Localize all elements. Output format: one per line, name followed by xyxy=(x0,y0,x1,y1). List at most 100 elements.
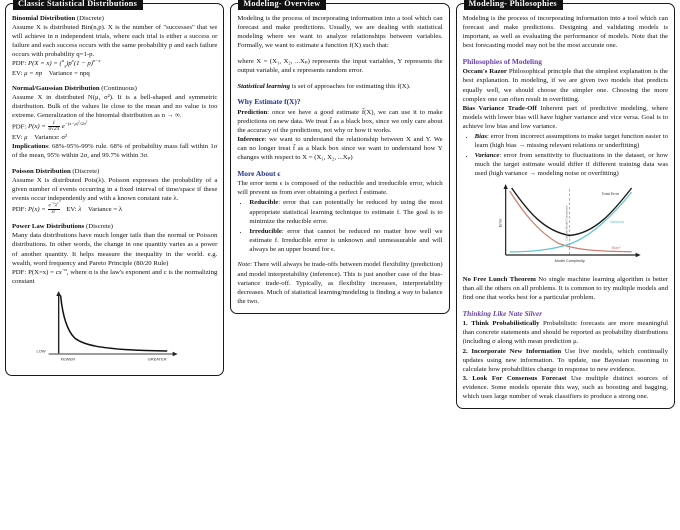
column-modeling-philosophies: Modeling- Philosophies Modeling is the p… xyxy=(453,0,678,528)
block-thinking-like-nate-silver: Thinking Like Nate Silver 1. Think Proba… xyxy=(463,309,668,401)
powerlaw-pdf-line: PDF: P(X=x) = cx−α, where α is the law's… xyxy=(12,266,217,286)
list-item: Bias: error from incorrect assumptions t… xyxy=(475,132,668,150)
block-powerlaw: Power Law Distributions (Discrete) Many … xyxy=(12,222,217,368)
y-axis-arrow xyxy=(56,290,62,296)
binomial-heading-line: Binomial Distribution (Discrete) xyxy=(12,14,217,23)
bias-variance-label: Bias Variance Trade-Off xyxy=(462,104,537,112)
inference-line: Inference: we want to understand the rel… xyxy=(237,135,442,162)
note-text: : There will always be trade-offs betwee… xyxy=(237,261,443,305)
nate-item-2-number: 2. xyxy=(462,347,468,355)
block-why-estimate: Why Estimate f(X)? Prediction: once we h… xyxy=(237,97,442,162)
overview-intro: Modeling is the process of incorporating… xyxy=(237,15,443,50)
annotation-total-error: Total Error xyxy=(601,192,619,196)
philosophies-heading: Philosophies of Modeling xyxy=(462,56,542,66)
reducible-label: Reducible xyxy=(249,199,279,207)
more-about-heading: More About ϵ xyxy=(237,168,281,178)
column-classic-statistical-distributions: Classic Statistical Distributions Binomi… xyxy=(2,0,227,528)
power-law-curve xyxy=(59,295,168,352)
normal-heading-line: Normal/Gaussian Distribution (Continuous… xyxy=(12,84,217,93)
y-tick-label-low: LOW xyxy=(37,348,46,353)
binomial-heading: Binomial Distribution xyxy=(12,15,76,22)
powerlaw-text: Many data distributions have much longer… xyxy=(12,232,218,267)
poisson-pdf-line: PDF: P(x) = e−λλx x! EV: λ Variance = λ xyxy=(12,200,217,216)
nate-item-3-label: Look For Consensus Forecast xyxy=(472,374,567,382)
prediction-line: Prediction: once we have a good estimate… xyxy=(237,108,442,135)
binomial-variance: Variance = npq xyxy=(48,69,90,77)
bias-variance-svg: Total Error Variance Bias² Optimal Model… xyxy=(498,183,641,263)
y-axis-label-error: Error xyxy=(498,218,502,227)
prediction-text: : once we have a good estimate f̂(X), we… xyxy=(237,108,443,134)
block-binomial: Binomial Distribution (Discrete) Assume … xyxy=(12,14,217,78)
overview-where: where X = (X₁, X₂, ...Xₚ) represents the… xyxy=(237,57,443,74)
note-label: Note xyxy=(237,261,251,269)
bias-variance-bullet-list: Bias: error from incorrect assumptions t… xyxy=(463,132,668,178)
section-modeling-overview: Modeling- Overview Modeling is the proce… xyxy=(230,0,450,314)
variance-label: Variance xyxy=(474,152,500,160)
poisson-heading-line: Poisson Distribution (Discrete) xyxy=(12,167,217,176)
poisson-heading: Poisson Distribution xyxy=(12,167,71,175)
normal-heading: Normal/Gaussian Distribution xyxy=(12,85,100,93)
binomial-pdf-formula: P(X = x) = (nx)px(1 − p)n−x xyxy=(27,58,101,69)
no-free-lunch-label: No Free Lunch Theorem xyxy=(462,276,536,283)
nate-item-1-label: Think Probabilistically xyxy=(471,320,540,328)
reducible-text: : error that can potentially be reduced … xyxy=(249,199,443,225)
list-item: Variance: error from sensitivity to fluc… xyxy=(475,151,668,178)
poisson-pdf-formula: P(x) = e−λλx x! xyxy=(27,200,60,216)
powerlaw-pdf-formula: P(X=x) = cx−α xyxy=(28,266,67,276)
normal-pdf-line: PDF: P(x) = 1 σ√2π e−(x−μ)2/2σ2 xyxy=(12,119,217,133)
poisson-ev: λ xyxy=(78,206,82,214)
variance-text: : error from sensitivity to fluctuations… xyxy=(474,152,668,178)
bias-variance-line: Bias Variance Trade-Off Inherent part of… xyxy=(463,104,668,131)
nate-item-3: 3. Look For Consensus Forecast Use multi… xyxy=(463,374,668,401)
powerlaw-pdf-label: PDF: xyxy=(12,268,27,276)
poisson-heading-suffix: (Discrete) xyxy=(72,167,100,175)
binomial-pdf-line: PDF: P(X = x) = (nx)px(1 − p)n−x xyxy=(12,58,217,69)
overview-note: Note: There will always be trade-offs be… xyxy=(237,260,442,305)
poisson-text: Assume X is distributed Pois(λ). Poisson… xyxy=(12,176,218,202)
nate-item-2: 2. Incorporate New Information Use live … xyxy=(463,347,668,374)
x-tick-label-greater: GREATER xyxy=(148,356,167,361)
bias-text: : error from incorrect assumptions to ma… xyxy=(474,133,668,150)
normal-heading-suffix: (Continuous) xyxy=(101,85,137,93)
occam-label: Occam's Razor xyxy=(462,68,507,76)
binomial-ev-line: EV: μ = np Variance = npq xyxy=(12,69,217,78)
normal-ev: μ xyxy=(24,133,28,141)
prediction-label: Prediction xyxy=(237,108,268,116)
list-item: Reducible: error that can potentially be… xyxy=(249,198,442,225)
inference-label: Inference xyxy=(237,135,265,143)
normal-ev-line: EV: μ Variance: σ² xyxy=(12,133,217,142)
no-free-lunch-line: No Free Lunch Theorem No single machine … xyxy=(463,275,668,302)
nate-item-3-number: 3. xyxy=(462,374,468,382)
normal-implications-label: Implications xyxy=(12,142,49,150)
more-about-text: The error term ϵ is composed of the redu… xyxy=(237,180,443,197)
bias-variance-tradeoff-chart: Total Error Variance Bias² Optimal Model… xyxy=(463,183,668,269)
powerlaw-heading: Power Law Distributions xyxy=(12,223,85,231)
normal-pdf-label: PDF: xyxy=(12,122,27,130)
nate-item-1: 1. Think Probabilistically Probabilistic… xyxy=(463,319,668,346)
overview-statlearn: Statistical learning is set of approache… xyxy=(237,82,442,91)
occam-line: Occam's Razor Philosophical principle th… xyxy=(463,67,668,103)
x-axis-arrow xyxy=(172,351,178,357)
irreducible-label: Irreducible xyxy=(249,227,282,235)
y-axis-arrow xyxy=(503,183,508,189)
cheat-sheet: Classic Statistical Distributions Binomi… xyxy=(0,0,680,530)
poisson-ev-label: EV: xyxy=(66,206,77,214)
column-modeling-overview: Modeling- Overview Modeling is the proce… xyxy=(227,0,452,528)
section-title: Modeling- Philosophies xyxy=(463,0,563,10)
block-poisson: Poisson Distribution (Discrete) Assume X… xyxy=(12,167,217,216)
annotation-bias-squared: Bias² xyxy=(611,246,620,250)
error-bullet-list: Reducible: error that can potentially be… xyxy=(237,198,442,254)
bias-label: Bias xyxy=(474,133,488,141)
binomial-ev-label: EV: xyxy=(12,69,23,77)
section-classic-statistical-distributions: Classic Statistical Distributions Binomi… xyxy=(5,0,225,376)
normal-pdf-formula: P(x) = 1 σ√2π e−(x−μ)2/2σ2 xyxy=(27,119,88,133)
block-more-about-epsilon: More About ϵ The error term ϵ is compose… xyxy=(237,169,442,254)
statlearn-text: is set of approaches for estimating this… xyxy=(290,82,411,90)
poisson-variance: Variance = λ xyxy=(88,206,123,214)
powerlaw-heading-line: Power Law Distributions (Discrete) xyxy=(12,222,217,231)
inference-text: : we want to understand the relationship… xyxy=(237,135,443,162)
section-modeling-philosophies: Modeling- Philosophies Modeling is the p… xyxy=(455,0,675,410)
power-law-chart: LOW FEWER GREATER xyxy=(12,290,217,368)
philosophies-intro: Modeling is the process of incorporating… xyxy=(462,15,668,50)
statlearn-lead: Statistical learning xyxy=(237,82,291,90)
